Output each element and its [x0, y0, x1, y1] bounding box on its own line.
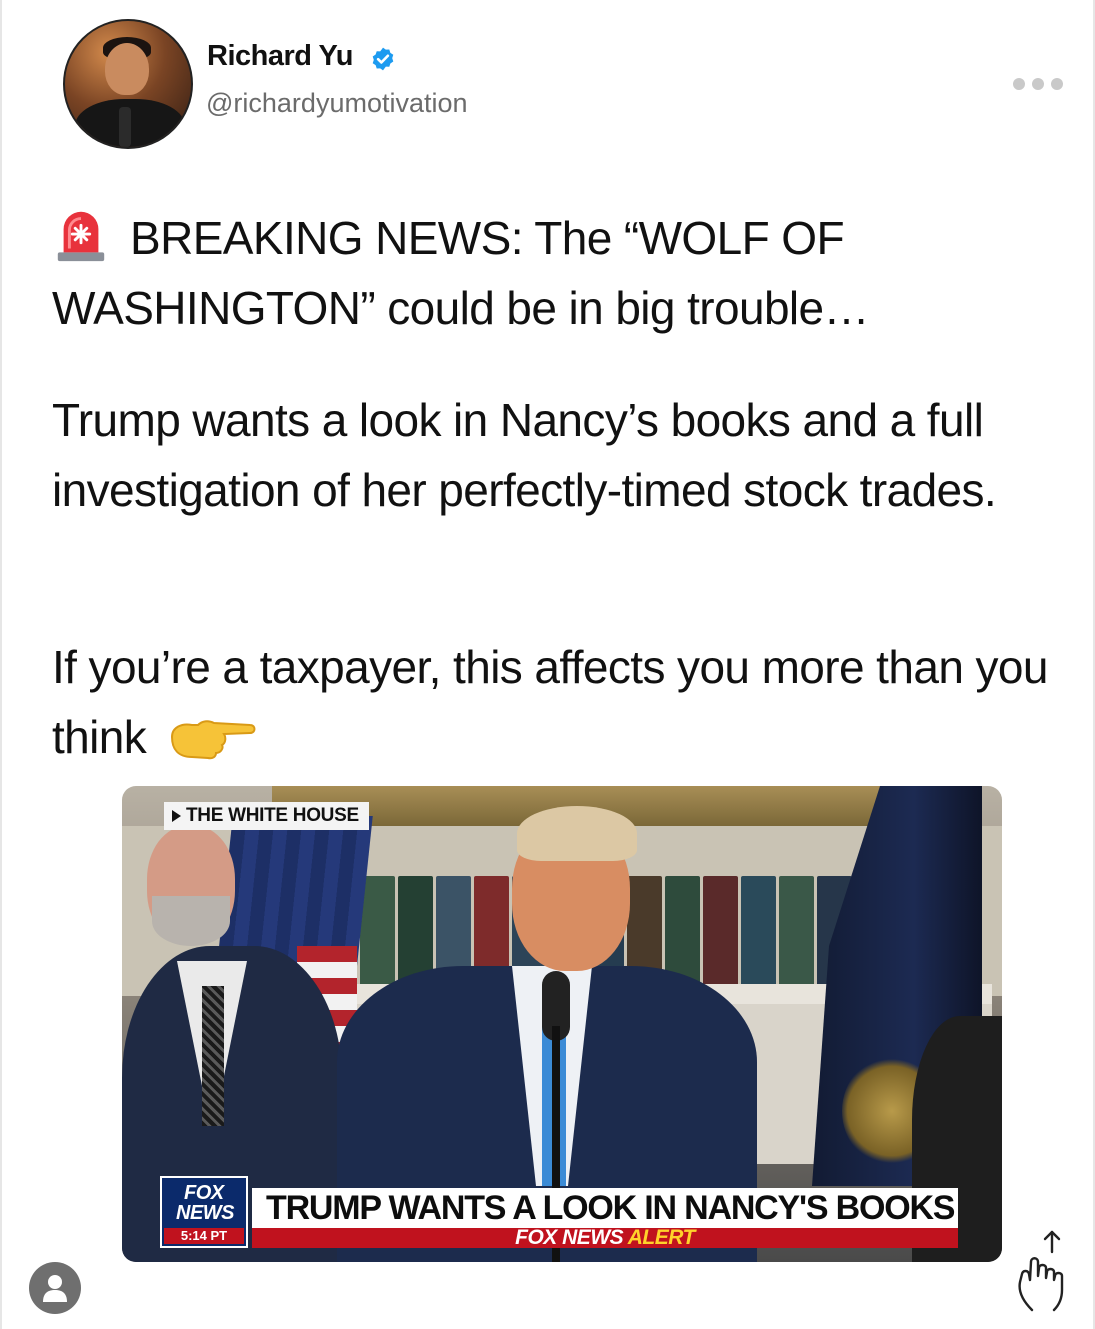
- video-chyron: TRUMP WANTS A LOOK IN NANCY'S BOOKS: [252, 1188, 958, 1228]
- video-person-left-tie: [202, 986, 224, 1126]
- more-options-icon[interactable]: [1013, 78, 1069, 90]
- video-person-left-beard: [152, 896, 230, 946]
- post-paragraph-2: Trump wants a look in Nancy’s books and …: [52, 385, 1052, 525]
- user-tag-icon[interactable]: [29, 1262, 81, 1314]
- alert-brand: FOX NEWS: [515, 1226, 624, 1249]
- post-line-2: Trump wants a look in Nancy’s books and …: [52, 394, 997, 516]
- video-alert-bar: FOX NEWS ALERT: [252, 1226, 958, 1249]
- fox-logo-line2: NEWS: [176, 1202, 235, 1224]
- play-triangle-icon: [172, 810, 181, 822]
- avatar-microphone: [119, 107, 131, 147]
- siren-icon: [57, 211, 105, 262]
- frame-left-border: [0, 0, 2, 1329]
- tap-gesture-icon: [1018, 1230, 1064, 1312]
- video-lower-third: FOX NEWS 5:14 PT TRUMP WANTS A LOOK IN N…: [160, 1176, 960, 1248]
- more-dot: [1013, 78, 1025, 90]
- avatar-face: [105, 43, 149, 95]
- profile-handle[interactable]: @richardyumotivation: [206, 88, 468, 119]
- pointing-right-icon: [171, 720, 256, 760]
- fox-news-logo: FOX NEWS 5:14 PT: [160, 1176, 248, 1248]
- alert-word: ALERT: [627, 1226, 696, 1249]
- profile-name[interactable]: Richard Yu: [207, 40, 353, 73]
- video-speaker-hair: [517, 806, 637, 861]
- person-icon: [43, 1275, 67, 1302]
- post-paragraph-1: BREAKING NEWS: The “WOLF OF WASHINGTON” …: [52, 203, 1052, 343]
- post-line-1: BREAKING NEWS: The “WOLF OF WASHINGTON” …: [52, 212, 870, 334]
- video-player[interactable]: THE WHITE HOUSE FOX NEWS 5:14 PT TRUMP W…: [122, 786, 1002, 1262]
- avatar[interactable]: [63, 19, 193, 149]
- post-paragraph-3: If you’re a taxpayer, this affects you m…: [52, 632, 1052, 772]
- video-location-label: THE WHITE HOUSE: [186, 805, 359, 826]
- video-location-tag: THE WHITE HOUSE: [164, 802, 369, 830]
- more-dot: [1051, 78, 1063, 90]
- more-dot: [1032, 78, 1044, 90]
- verified-badge-icon: [372, 47, 394, 71]
- video-time: 5:14 PT: [164, 1228, 244, 1244]
